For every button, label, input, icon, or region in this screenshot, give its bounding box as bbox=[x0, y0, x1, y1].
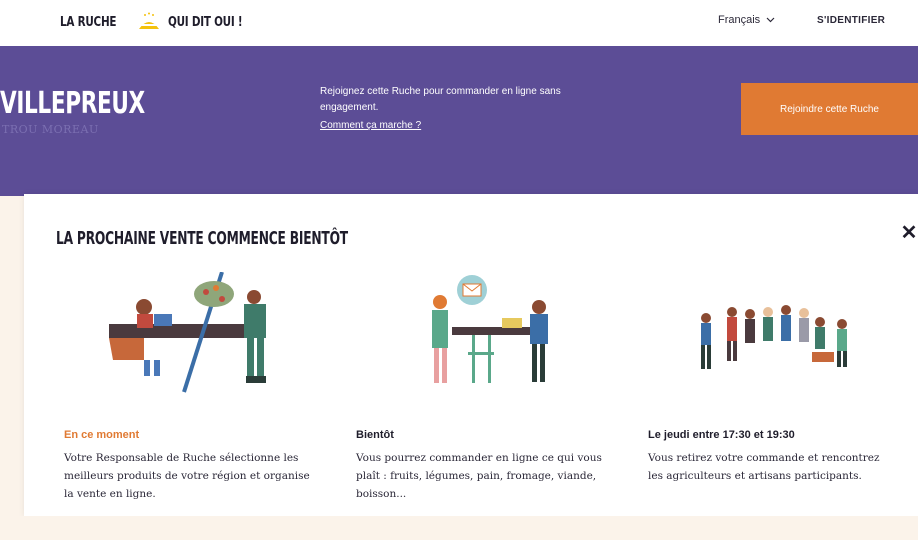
modal-title: LA PROCHAINE VENTE COMMENCE BIENTÔT bbox=[56, 228, 348, 249]
pickup-crowd-illustration bbox=[692, 304, 862, 389]
bee-logo-icon bbox=[136, 12, 162, 32]
signin-link[interactable]: S'IDENTIFIER bbox=[817, 15, 885, 26]
step-3-title: Le jeudi entre 17:30 et 19:30 bbox=[648, 429, 795, 441]
top-navigation-bar: LA RUCHE QUI DIT OUI ! Français S'IDENTI… bbox=[0, 0, 918, 46]
page-bottom-edge bbox=[0, 516, 918, 540]
step-1-title: En ce moment bbox=[64, 429, 140, 441]
logo-text-left: LA RUCHE bbox=[60, 14, 117, 30]
close-icon[interactable]: ✕ bbox=[900, 222, 918, 244]
hive-name: VILLEPREUX bbox=[0, 86, 145, 121]
step-2-description: Vous pourrez commander en ligne ce qui v… bbox=[356, 452, 602, 500]
step-2-title: Bientôt bbox=[356, 429, 394, 441]
step-3-description: Vous retirez votre commande et rencontre… bbox=[648, 452, 880, 482]
step-1-description: Votre Responsable de Ruche sélectionne l… bbox=[64, 452, 310, 500]
invite-text: Rejoignez cette Ruche pour commander en … bbox=[320, 86, 561, 113]
logo-text-right: QUI DIT OUI ! bbox=[168, 14, 243, 30]
next-sale-modal: LA PROCHAINE VENTE COMMENCE BIENTÔT ✕ En… bbox=[24, 194, 918, 516]
hive-location: TROU MOREAU bbox=[2, 123, 99, 136]
chevron-down-icon bbox=[766, 14, 775, 26]
join-hive-button[interactable]: Rejoindre cette Ruche bbox=[741, 83, 918, 135]
hive-banner: VILLEPREUX TROU MOREAU Rejoignez cette R… bbox=[0, 46, 918, 196]
language-selector[interactable]: Français bbox=[718, 14, 775, 26]
online-order-illustration bbox=[412, 272, 562, 397]
how-it-works-link[interactable]: Comment ça marche ? bbox=[320, 120, 421, 131]
hive-manager-illustration bbox=[104, 271, 294, 407]
language-label: Français bbox=[718, 14, 761, 26]
logo[interactable]: LA RUCHE QUI DIT OUI ! bbox=[60, 12, 261, 32]
